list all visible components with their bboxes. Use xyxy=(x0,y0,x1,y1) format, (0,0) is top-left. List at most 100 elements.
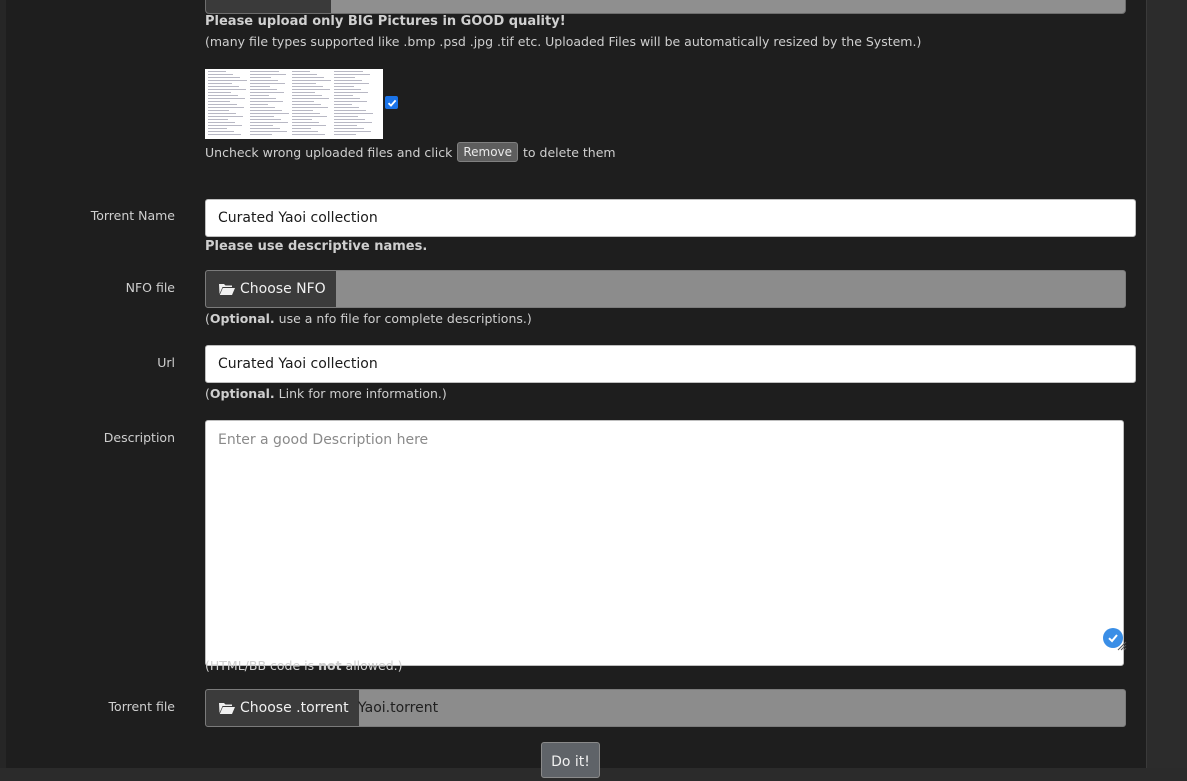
thumb-text-line xyxy=(208,116,243,117)
thumb-text-line xyxy=(250,116,274,117)
choose-torrent-button[interactable]: Choose .torrent xyxy=(206,690,359,726)
thumb-text-line xyxy=(292,113,320,114)
thumb-text-line xyxy=(334,104,352,105)
description-hint-post: allowed.) xyxy=(345,658,403,673)
thumb-text-line xyxy=(250,74,286,75)
thumb-text-line xyxy=(292,95,322,96)
description-textarea[interactable]: Enter a good Description here xyxy=(205,420,1124,666)
torrent-file-input[interactable]: Choose .torrent Yaoi.torrent xyxy=(205,689,1126,727)
thumb-text-line xyxy=(250,110,282,111)
thumb-text-line xyxy=(292,110,313,111)
thumb-text-line xyxy=(292,77,324,78)
thumb-text-line xyxy=(292,131,318,132)
thumb-text-line xyxy=(250,134,272,135)
thumb-text-line xyxy=(292,74,317,75)
nfo-hint-optional: Optional. xyxy=(209,311,275,326)
choose-torrent-label: Choose .torrent xyxy=(240,700,349,716)
thumb-text-line xyxy=(250,92,284,93)
torrent-name-hint: Please use descriptive names. xyxy=(205,239,428,254)
torrent-file-label: Torrent file xyxy=(108,699,175,714)
thumb-text-line xyxy=(292,101,314,102)
thumb-text-line xyxy=(250,95,269,96)
thumb-text-line xyxy=(208,80,247,81)
thumb-text-line xyxy=(250,125,273,126)
thumb-text-line xyxy=(334,74,370,75)
thumb-text-line xyxy=(292,128,311,129)
thumb-text-line xyxy=(208,128,227,129)
thumb-text-line xyxy=(334,92,368,93)
thumb-text-line xyxy=(334,122,372,123)
choose-nfo-button[interactable]: Choose NFO xyxy=(206,271,336,307)
choose-nfo-label: Choose NFO xyxy=(240,281,326,297)
thumb-text-line xyxy=(208,104,237,105)
url-hint: (Optional. Link for more information.) xyxy=(205,386,447,401)
thumb-column xyxy=(208,71,248,137)
thumb-text-line xyxy=(250,98,276,99)
thumb-text-line xyxy=(250,80,278,81)
image-file-input[interactable] xyxy=(205,0,1126,14)
thumb-text-line xyxy=(334,134,356,135)
thumb-text-line xyxy=(292,134,325,135)
thumb-text-line xyxy=(208,89,246,90)
thumb-text-line xyxy=(208,134,241,135)
thumb-text-line xyxy=(208,71,226,72)
url-label: Url xyxy=(157,355,175,370)
thumb-text-line xyxy=(292,122,319,123)
description-hint-not: not xyxy=(318,658,342,673)
thumb-text-line xyxy=(208,98,245,99)
thumb-text-line xyxy=(292,98,329,99)
thumb-text-line xyxy=(208,74,233,75)
resize-handle-icon[interactable] xyxy=(1117,641,1127,651)
choose-image-button[interactable] xyxy=(206,0,331,13)
thumb-text-line xyxy=(334,110,366,111)
uploaded-image-thumbnail xyxy=(205,69,383,139)
thumb-text-line xyxy=(292,104,321,105)
thumb-text-line xyxy=(250,107,275,108)
thumb-text-line xyxy=(334,98,360,99)
thumb-column xyxy=(250,71,290,137)
uploaded-file-checkbox[interactable] xyxy=(385,96,398,109)
thumb-text-line xyxy=(292,86,323,87)
remove-instructions: Uncheck wrong uploaded files and click R… xyxy=(205,142,616,162)
thumb-text-line xyxy=(208,77,240,78)
thumb-text-line xyxy=(334,80,362,81)
thumb-text-line xyxy=(334,113,373,114)
folder-open-icon xyxy=(219,703,235,714)
thumb-text-line xyxy=(250,77,271,78)
thumb-text-line xyxy=(334,107,359,108)
thumb-text-line xyxy=(292,92,315,93)
url-input[interactable]: Curated Yaoi collection xyxy=(205,345,1136,383)
nfo-file-label: NFO file xyxy=(125,280,175,295)
torrent-filename: Yaoi.torrent xyxy=(358,700,439,716)
torrent-name-label: Torrent Name xyxy=(90,208,175,223)
thumb-text-line xyxy=(250,104,268,105)
thumb-text-line xyxy=(292,83,316,84)
check-icon xyxy=(387,99,396,107)
url-hint-text: Link for more information.) xyxy=(278,386,447,401)
thumb-text-line xyxy=(334,119,365,120)
thumb-text-line xyxy=(292,71,310,72)
torrent-name-input[interactable]: Curated Yaoi collection xyxy=(205,199,1136,237)
thumb-text-line xyxy=(250,83,285,84)
thumb-text-line xyxy=(292,107,328,108)
thumb-text-line xyxy=(334,116,358,117)
thumb-text-line xyxy=(208,92,231,93)
submit-button[interactable]: Do it! xyxy=(541,742,600,778)
thumb-text-line xyxy=(208,113,236,114)
nfo-file-input[interactable]: Choose NFO xyxy=(205,270,1126,308)
thumb-text-line xyxy=(334,131,371,132)
thumb-text-line xyxy=(208,107,244,108)
thumb-text-line xyxy=(208,95,238,96)
upload-instructions-bold: Please upload only BIG Pictures in GOOD … xyxy=(205,14,566,29)
thumb-text-line xyxy=(250,71,279,72)
remove-button[interactable]: Remove xyxy=(457,142,519,162)
thumb-text-line xyxy=(250,101,283,102)
thumb-text-line xyxy=(208,119,228,120)
thumb-text-line xyxy=(250,131,287,132)
thumb-text-line xyxy=(250,122,288,123)
thumb-text-line xyxy=(292,119,312,120)
thumb-text-line xyxy=(208,86,239,87)
page-scroll-area[interactable] xyxy=(1146,0,1187,768)
thumb-text-line xyxy=(208,131,234,132)
description-label: Description xyxy=(103,430,175,445)
